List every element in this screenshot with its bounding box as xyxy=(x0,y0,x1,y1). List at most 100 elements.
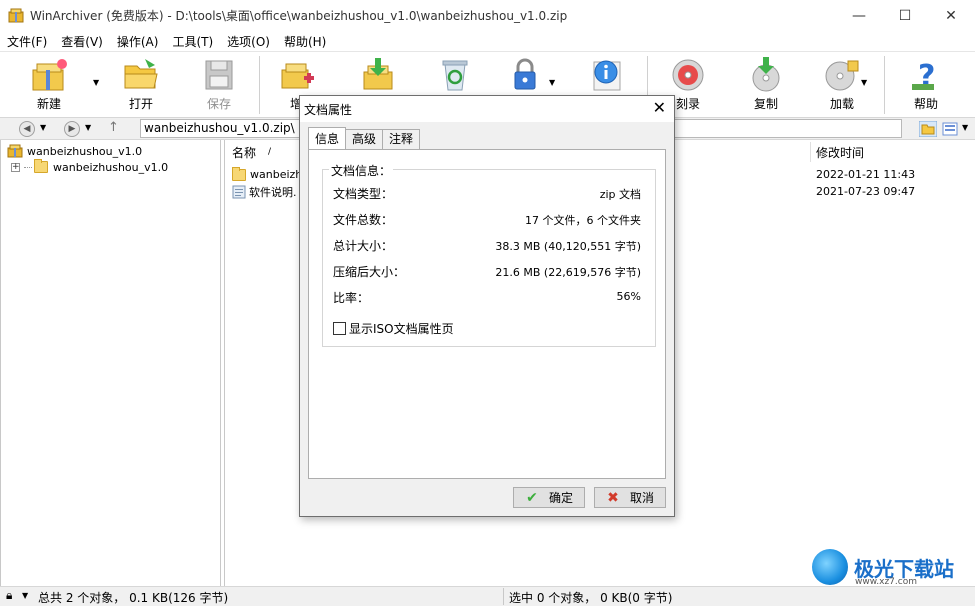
tree-root-label: wanbeizhushou_v1.0 xyxy=(27,144,143,158)
forward-dropdown-icon[interactable]: ▼ xyxy=(85,123,91,132)
save-disk-icon xyxy=(205,60,233,90)
open-button[interactable]: 打开 xyxy=(109,56,173,114)
prop-value-type: zip 文档 xyxy=(599,188,641,201)
list-item[interactable]: 软件说明. xyxy=(232,183,297,200)
copy-label: 复制 xyxy=(753,97,778,111)
prop-value-total-size: 38.3 MB (40,120,551 字节) xyxy=(495,240,641,253)
new-dropdown-icon[interactable]: ▼ xyxy=(93,78,99,87)
lock-icon xyxy=(514,58,536,90)
cancel-button[interactable]: ✖ 取消 xyxy=(594,487,666,508)
column-header-name[interactable]: 名称 xyxy=(232,144,256,161)
forward-icon[interactable]: ▶ xyxy=(64,121,80,137)
mount-label: 加载 xyxy=(829,97,854,111)
mount-disc-icon xyxy=(825,60,859,91)
close-button[interactable]: ✕ xyxy=(928,0,974,31)
tab-comment[interactable]: 注释 xyxy=(382,129,421,149)
back-icon[interactable]: ◀ xyxy=(19,121,35,137)
document-info-group: 文档信息： 文档类型： zip 文档 文件总数： 17 个文件，6 个文件夹 总… xyxy=(322,162,656,347)
menu-file[interactable]: 文件(F) xyxy=(0,33,54,50)
prop-label-type: 文档类型： xyxy=(333,187,394,201)
info-icon xyxy=(593,60,621,91)
tab-advanced[interactable]: 高级 xyxy=(345,129,384,149)
show-iso-checkbox[interactable] xyxy=(333,322,346,335)
tree-line xyxy=(24,166,32,168)
dialog-title-bar: 文档属性 ✕ xyxy=(300,96,674,122)
show-iso-properties-option[interactable]: 显示ISO文档属性页 xyxy=(333,320,454,337)
status-divider xyxy=(503,588,504,605)
list-item[interactable]: wanbeizhu xyxy=(232,166,309,183)
watermark-logo-icon xyxy=(812,549,848,585)
extract-icon xyxy=(363,58,393,90)
cancel-label: 取消 xyxy=(629,491,654,505)
group-title: 文档信息： xyxy=(329,162,394,179)
archive-icon xyxy=(7,144,23,158)
help-icon: ? xyxy=(912,59,935,94)
folder-icon xyxy=(34,159,48,173)
new-button[interactable]: 新建 xyxy=(17,56,81,114)
back-dropdown-icon[interactable]: ▼ xyxy=(40,123,46,132)
prop-label-total-size: 总计大小： xyxy=(333,239,394,253)
recycle-bin-icon xyxy=(442,60,468,91)
save-button[interactable]: 保存 xyxy=(187,56,251,114)
save-label: 保存 xyxy=(206,97,231,111)
ok-label: 确定 xyxy=(548,491,573,505)
minimize-button[interactable]: — xyxy=(836,0,882,31)
encrypt-dropdown-icon[interactable]: ▼ xyxy=(549,78,555,87)
toolbar-separator xyxy=(259,56,260,114)
text-file-icon xyxy=(232,185,246,198)
tree-item-label: wanbeizhushou_v1.0 xyxy=(53,160,169,174)
help-label: 帮助 xyxy=(913,97,938,111)
tree-item[interactable]: + wanbeizhushou_v1.0 xyxy=(11,159,168,175)
open-label: 打开 xyxy=(128,97,153,111)
tree-root[interactable]: wanbeizhushou_v1.0 xyxy=(7,143,142,159)
watermark-url: www.xz7.com xyxy=(855,577,917,587)
status-total: 总共 2 个对象， 0.1 KB(126 字节) xyxy=(38,591,229,605)
column-header-modified[interactable]: 修改时间 xyxy=(816,144,864,161)
sort-indicator-icon: / xyxy=(268,147,272,157)
cancel-x-icon: ✖ xyxy=(607,489,619,506)
menu-bar: 文件(F) 查看(V) 操作(A) 工具(T) 选项(O) 帮助(H) xyxy=(0,31,975,51)
up-folder-icon[interactable]: ↑ xyxy=(108,120,119,135)
menu-help[interactable]: 帮助(H) xyxy=(277,33,333,50)
status-bar: 🔒︎ ▼ 总共 2 个对象， 0.1 KB(126 字节) 选中 0 个对象， … xyxy=(0,586,975,606)
column-divider[interactable] xyxy=(810,142,811,162)
new-label: 新建 xyxy=(36,97,61,111)
maximize-button[interactable]: ☐ xyxy=(882,0,928,31)
menu-options[interactable]: 选项(O) xyxy=(220,33,277,50)
address-path: wanbeizhushou_v1.0.zip\ xyxy=(144,121,295,135)
window-title: WinArchiver (免费版本) - D:\tools\桌面\office\… xyxy=(30,9,568,23)
list-item-modified: 2022-01-21 11:43 xyxy=(816,168,916,181)
copy-disc-icon xyxy=(752,57,780,92)
mount-dropdown-icon[interactable]: ▼ xyxy=(861,78,867,87)
menu-tools[interactable]: 工具(T) xyxy=(165,33,220,50)
list-view-icon[interactable] xyxy=(942,121,960,137)
view-dropdown-icon[interactable]: ▼ xyxy=(962,123,968,132)
prop-label-compressed-size: 压缩后大小： xyxy=(333,265,406,279)
toolbar-separator xyxy=(884,56,885,114)
app-icon xyxy=(8,8,24,22)
folder-tree: wanbeizhushou_v1.0 + wanbeizhushou_v1.0 xyxy=(0,140,221,586)
copy-button[interactable]: 复制 xyxy=(734,56,798,114)
menu-action[interactable]: 操作(A) xyxy=(110,33,166,50)
dialog-tabs: 信息 高级 注释 xyxy=(308,127,421,149)
prop-label-ratio: 比率： xyxy=(333,291,370,305)
expand-icon[interactable]: + xyxy=(11,162,20,172)
help-button[interactable]: ? 帮助 xyxy=(894,56,958,114)
ok-button[interactable]: ✔ 确定 xyxy=(513,487,585,508)
menu-view[interactable]: 查看(V) xyxy=(54,33,110,50)
list-item-modified: 2021-07-23 09:47 xyxy=(816,185,916,198)
prop-value-ratio: 56% xyxy=(616,290,641,303)
tab-info[interactable]: 信息 xyxy=(308,127,347,149)
prop-value-compressed-size: 21.6 MB (22,619,576 字节) xyxy=(495,266,641,279)
dialog-title: 文档属性 xyxy=(304,102,353,117)
properties-dialog: 文档属性 ✕ 信息 高级 注释 文档信息： 文档类型： zip 文档 文件总数：… xyxy=(299,95,675,517)
dialog-close-icon[interactable]: ✕ xyxy=(653,100,666,116)
list-item-name: 软件说明. xyxy=(249,185,297,199)
status-dropdown-icon[interactable]: ▼ xyxy=(22,591,28,600)
title-bar: WinArchiver (免费版本) - D:\tools\桌面\office\… xyxy=(0,0,975,31)
lock-status-icon[interactable]: 🔒︎ xyxy=(6,588,12,603)
prop-value-file-count: 17 个文件，6 个文件夹 xyxy=(525,214,641,227)
folder-view-icon[interactable] xyxy=(919,121,937,137)
prop-label-file-count: 文件总数： xyxy=(333,213,394,227)
tab-panel-info: 文档信息： 文档类型： zip 文档 文件总数： 17 个文件，6 个文件夹 总… xyxy=(308,149,666,479)
